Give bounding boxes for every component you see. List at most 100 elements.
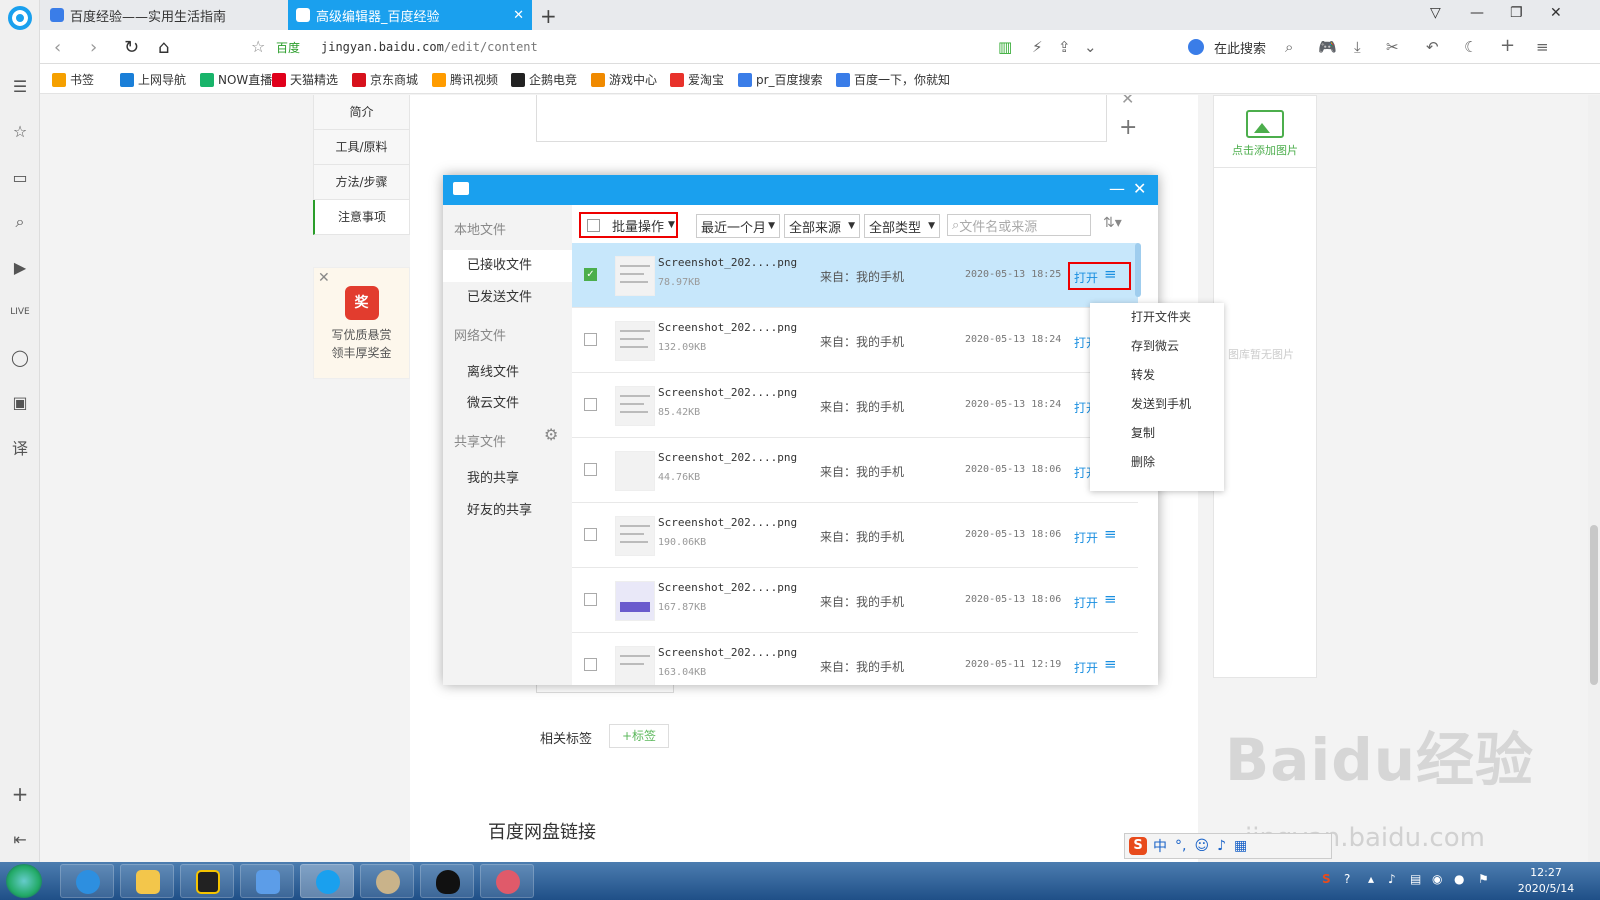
ime-mode[interactable]: 中 [1153, 836, 1167, 856]
taskbar-feishu[interactable] [240, 864, 294, 898]
open-link[interactable]: 打开 [1074, 594, 1098, 611]
nav-tools[interactable]: 工具/原料 [313, 130, 410, 165]
news-icon[interactable]: ☰ [9, 75, 31, 97]
new-tab-icon[interactable]: + [540, 4, 557, 28]
back-icon[interactable]: ‹ [54, 37, 61, 58]
taskbar-ie[interactable] [60, 864, 114, 898]
page-scrollbar[interactable] [1588, 95, 1600, 862]
sidebar-item-weiyun[interactable]: 微云文件 [443, 388, 572, 420]
type-filter-select[interactable]: 全部类型 ▼ [864, 214, 940, 238]
row-checkbox[interactable] [584, 658, 597, 671]
bookmark-item[interactable]: 京东商城 [352, 71, 418, 88]
more-menu-icon[interactable]: ≡ [1104, 590, 1117, 608]
batch-operation-button[interactable]: 批量操作 ▼ [579, 212, 678, 238]
file-row[interactable]: Screenshot_202....png 167.87KB 来自：我的手机 2… [572, 568, 1138, 633]
bookmark-item[interactable]: 天猫精选 [272, 71, 338, 88]
search-box[interactable]: 在此搜索 [1182, 36, 1374, 58]
emoji-icon[interactable]: ☺ [1194, 838, 1209, 854]
row-checkbox[interactable] [584, 593, 597, 606]
punctuation-icon[interactable]: °, [1175, 838, 1186, 854]
menu-item-copy[interactable]: 复制 [1090, 419, 1224, 448]
more-menu-icon[interactable]: ≡ [1104, 655, 1117, 673]
dialog-titlebar[interactable]: — ✕ [443, 175, 1158, 205]
row-checkbox[interactable]: ✓ [584, 268, 597, 281]
close-tab-icon[interactable]: ✕ [513, 8, 524, 23]
date-filter-select[interactable]: 最近一个月 ▼ [696, 214, 780, 238]
show-hidden-icon[interactable]: ▴ [1368, 872, 1374, 886]
menu-item-forward[interactable]: 转发 [1090, 361, 1224, 390]
bookmark-item[interactable]: 游戏中心 [591, 71, 657, 88]
file-row[interactable]: Screenshot_202....png 44.76KB 来自：我的手机 20… [572, 438, 1138, 503]
nav-intro[interactable]: 简介 [313, 95, 410, 130]
file-row[interactable]: Screenshot_202....png 190.06KB 来自：我的手机 2… [572, 503, 1138, 568]
row-checkbox[interactable] [584, 528, 597, 541]
ime-toolbar[interactable]: S 中 °, ☺ ♪ ▦ [1124, 833, 1332, 859]
note-textarea[interactable] [536, 95, 1107, 142]
more-menu-icon[interactable]: ≡ [1104, 525, 1117, 543]
system-clock[interactable]: 12:27 2020/5/14 [1506, 865, 1586, 897]
video-icon[interactable]: ▶ [9, 256, 31, 278]
undo-icon[interactable]: ↶ [1426, 38, 1439, 56]
reader-mode-icon[interactable]: ▥ [998, 38, 1012, 56]
file-row[interactable]: Screenshot_202....png 85.42KB 来自：我的手机 20… [572, 373, 1138, 438]
forward-icon[interactable]: › [90, 37, 97, 58]
add-sidebar-icon[interactable]: + [9, 782, 31, 806]
start-button[interactable] [6, 864, 42, 898]
tab-advanced-editor[interactable]: 高级编辑器_百度经验 ✕ [288, 0, 532, 30]
chat-icon[interactable]: ◯ [9, 346, 31, 368]
file-search-input[interactable]: ⌕ 文件名或来源 [947, 214, 1091, 236]
plus-icon[interactable]: + [1500, 35, 1515, 56]
tab-baidu-jingyan[interactable]: 百度经验——实用生活指南 [42, 0, 288, 30]
sidebar-item-sent[interactable]: 已发送文件 [443, 282, 572, 314]
bookmark-item[interactable]: 腾讯视频 [432, 71, 498, 88]
night-mode-icon[interactable]: ☾ [1464, 38, 1477, 56]
row-checkbox[interactable] [584, 333, 597, 346]
sidebar-item-offline[interactable]: 离线文件 [443, 357, 572, 389]
sogou-tray-icon[interactable]: S [1322, 872, 1331, 886]
search-icon[interactable]: ⌕ [9, 211, 31, 233]
keyboard-icon[interactable]: ▦ [1234, 838, 1247, 854]
menu-icon[interactable]: ≡ [1536, 38, 1549, 56]
reward-promo[interactable]: ✕ 奖 写优质悬赏 领丰厚奖金 [313, 267, 410, 379]
live-icon[interactable]: LIVE [9, 301, 31, 323]
sidebar-item-friends-share[interactable]: 好友的共享 [443, 495, 572, 527]
close-icon[interactable]: ✕ [1133, 179, 1146, 198]
qq-browser-logo[interactable] [8, 6, 32, 30]
add-tag-button[interactable]: +标签 [609, 724, 669, 748]
sidebar-item-my-share[interactable]: 我的共享 [443, 463, 572, 495]
menu-item-delete[interactable]: 删除 [1090, 448, 1224, 477]
bookmark-star-icon[interactable]: ☆ [251, 37, 265, 56]
url-field[interactable]: jingyan.baidu.com/edit/content [321, 40, 538, 54]
open-link[interactable]: 打开 [1074, 659, 1098, 676]
flag-icon[interactable]: ⚑ [1478, 872, 1489, 886]
open-link[interactable]: 打开 [1074, 529, 1098, 546]
close-icon[interactable]: ✕ [318, 270, 330, 286]
cut-icon[interactable]: ✂ [1386, 38, 1399, 56]
taskbar-snipping[interactable] [480, 864, 534, 898]
file-row[interactable]: Screenshot_202....png 132.09KB 来自：我的手机 2… [572, 308, 1138, 373]
close-window-icon[interactable]: ✕ [1550, 5, 1562, 21]
select-all-checkbox[interactable] [587, 218, 600, 232]
minimize-icon[interactable]: — [1109, 179, 1125, 198]
restore-window-icon[interactable]: ❐ [1510, 5, 1523, 21]
taskbar-paint[interactable] [360, 864, 414, 898]
help-icon[interactable]: ? [1344, 872, 1350, 886]
nav-steps[interactable]: 方法/步骤 [313, 165, 410, 200]
gear-icon[interactable]: ⚙ [544, 425, 558, 444]
scrollbar-thumb[interactable] [1590, 525, 1598, 685]
bookmark-item[interactable]: 书签 [52, 71, 94, 88]
source-filter-select[interactable]: 全部来源 ▼ [784, 214, 860, 238]
game-icon[interactable]: 🎮 [1318, 38, 1337, 56]
bookmark-item[interactable]: 百度一下，你就知 [836, 71, 950, 88]
volume-icon[interactable]: ♪ [1388, 872, 1396, 886]
search-icon[interactable]: ⌕ [1285, 38, 1293, 56]
minimize-window-icon[interactable]: — [1470, 5, 1484, 21]
open-link[interactable]: 打开 [1074, 269, 1098, 286]
qq-tray-icon[interactable]: ◉ [1432, 872, 1442, 886]
menu-item-send-phone[interactable]: 发送到手机 [1090, 390, 1224, 419]
file-row[interactable]: ✓ Screenshot_202....png 78.97KB 来自：我的手机 … [572, 243, 1138, 308]
reader-book-icon[interactable]: ▭ [9, 166, 31, 188]
app-tray-icon[interactable]: ● [1454, 872, 1464, 886]
download-icon[interactable]: ⤓ [1354, 38, 1361, 56]
mic-icon[interactable]: ♪ [1217, 838, 1226, 854]
